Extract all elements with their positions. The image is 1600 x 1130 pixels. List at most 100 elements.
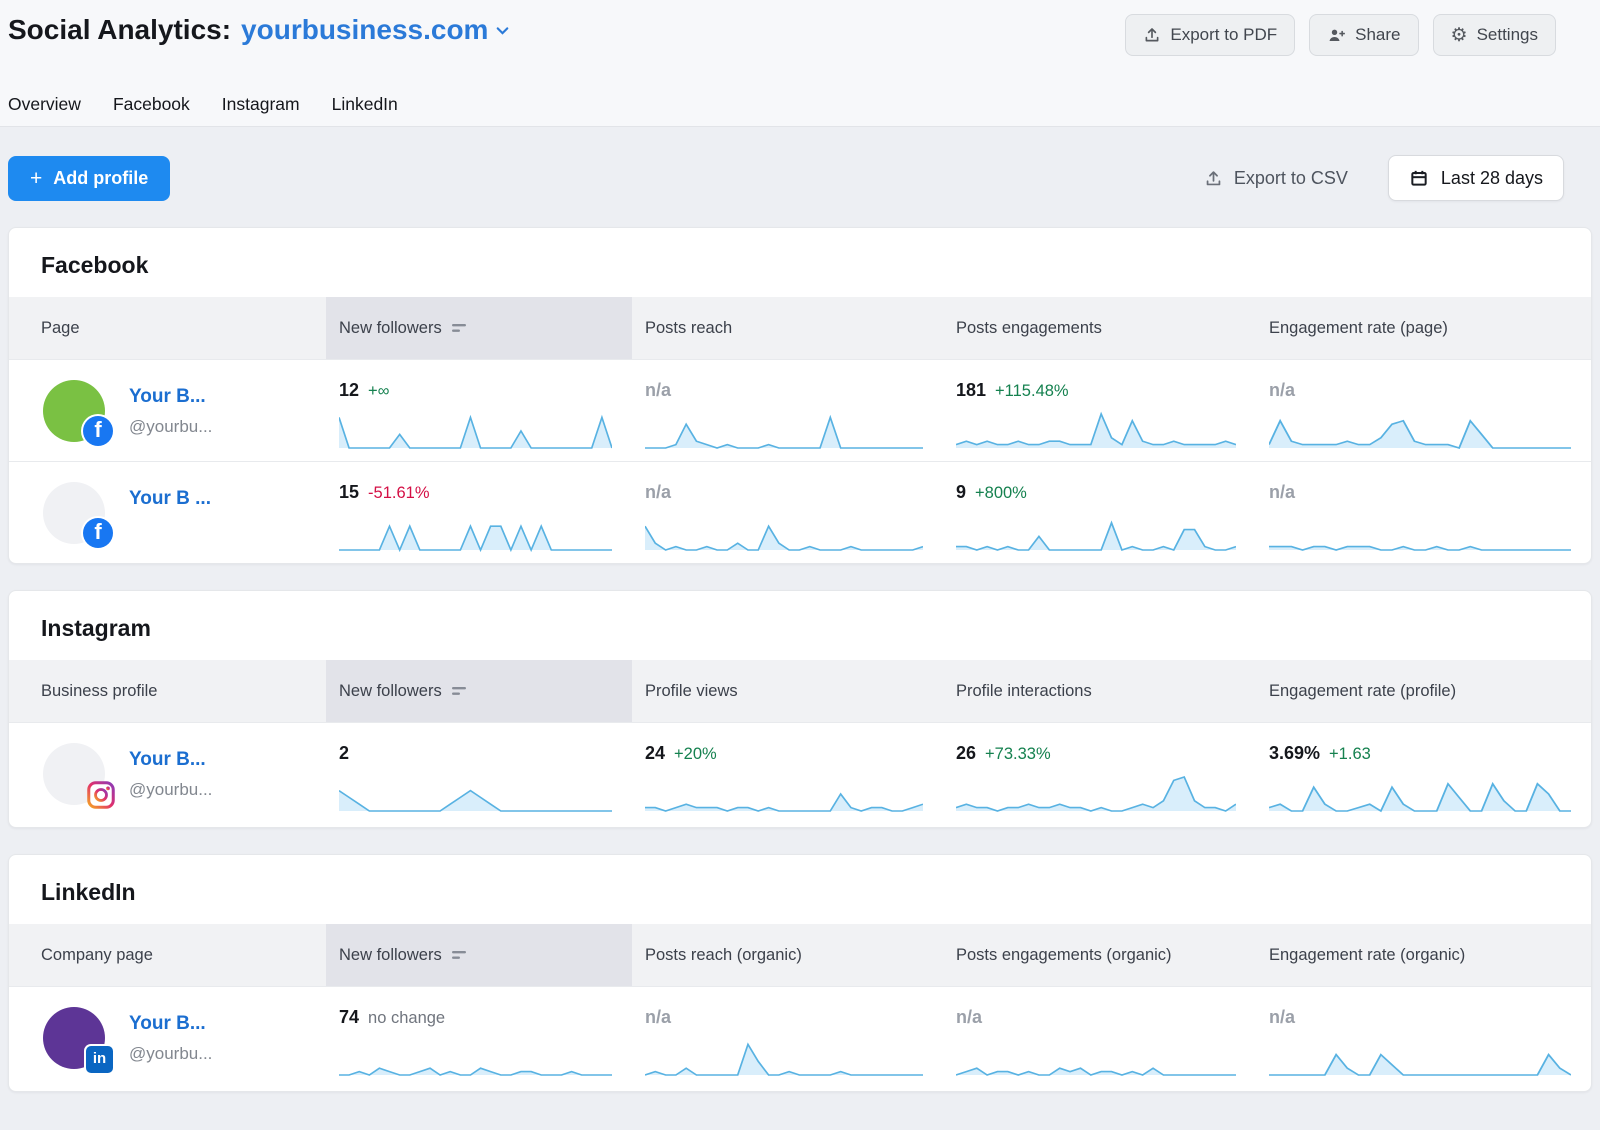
column-header-new-followers[interactable]: New followers	[326, 660, 632, 722]
profile-name-link[interactable]: Your B...	[129, 749, 212, 771]
column-header-page: Page	[9, 297, 326, 359]
sparkline-chart	[1269, 408, 1571, 450]
column-header-profile-interactions[interactable]: Profile interactions	[943, 660, 1256, 722]
metric-cell: n/a	[632, 360, 943, 461]
metric-value: n/a	[645, 1007, 671, 1028]
nav-tabs: Overview Facebook Instagram LinkedIn	[8, 82, 1592, 126]
metric-value: n/a	[645, 380, 671, 401]
column-header-posts-engagements[interactable]: Posts engagements	[943, 297, 1256, 359]
table-row: f Your B... @yourbu... 12 +∞ n/a 181	[9, 359, 1591, 461]
export-csv-button[interactable]: Export to CSV	[1204, 168, 1348, 189]
chevron-down-icon	[494, 22, 511, 39]
facebook-icon: f	[83, 518, 113, 548]
date-range-label: Last 28 days	[1441, 168, 1543, 189]
sparkline-chart	[956, 771, 1236, 813]
project-name: yourbusiness.com	[241, 14, 488, 46]
metric-cell: 181 +115.48%	[943, 360, 1256, 461]
tab-linkedin[interactable]: LinkedIn	[332, 94, 398, 115]
settings-button[interactable]: ⚙ Settings	[1433, 14, 1556, 56]
column-header-new-followers[interactable]: New followers	[326, 924, 632, 986]
metric-value: 12	[339, 380, 359, 401]
sparkline-chart	[645, 1035, 923, 1077]
metric-value: 9	[956, 482, 966, 503]
avatar: f	[43, 380, 105, 442]
profile-handle: @yourbu...	[129, 1044, 212, 1064]
metric-value: 24	[645, 743, 665, 764]
linkedin-section: LinkedIn Company page New followers Post…	[8, 854, 1592, 1092]
metric-delta: +∞	[368, 382, 389, 401]
profile-name-link[interactable]: Your B ...	[129, 488, 211, 510]
instagram-section: Instagram Business profile New followers…	[8, 590, 1592, 828]
metric-value: 26	[956, 743, 976, 764]
tab-instagram[interactable]: Instagram	[222, 94, 300, 115]
metric-delta: no change	[368, 1009, 445, 1028]
column-header-company-page: Company page	[9, 924, 326, 986]
profile-handle: @yourbu...	[129, 417, 212, 437]
page-title-label: Social Analytics:	[8, 14, 231, 46]
metric-value: n/a	[956, 1007, 982, 1028]
metric-cell: n/a	[1256, 987, 1591, 1091]
metric-value: 74	[339, 1007, 359, 1028]
facebook-section: Facebook Page New followers Posts reach …	[8, 227, 1592, 564]
add-profile-label: Add profile	[53, 168, 148, 189]
metric-cell: n/a	[632, 987, 943, 1091]
profile-handle: @yourbu...	[129, 780, 212, 800]
tab-overview[interactable]: Overview	[8, 94, 81, 115]
avatar	[43, 743, 105, 805]
share-label: Share	[1355, 25, 1400, 45]
profile-name-link[interactable]: Your B...	[129, 1013, 212, 1035]
metric-value: n/a	[1269, 380, 1295, 401]
metric-delta: +1.63	[1329, 745, 1371, 764]
column-header-business-profile: Business profile	[9, 660, 326, 722]
sort-descending-icon	[451, 950, 468, 961]
sparkline-chart	[339, 771, 612, 813]
column-header-engagement-rate-organic[interactable]: Engagement rate (organic)	[1256, 924, 1591, 986]
tab-facebook[interactable]: Facebook	[113, 94, 190, 115]
metric-cell: 74 no change	[326, 987, 632, 1091]
column-header-engagement-rate[interactable]: Engagement rate (page)	[1256, 297, 1591, 359]
metric-value: 15	[339, 482, 359, 503]
column-header-label: New followers	[339, 682, 442, 701]
table-row: f Your B ... 15 -51.61% n/a 9 +800	[9, 461, 1591, 563]
metric-value: 3.69%	[1269, 743, 1320, 764]
metric-value: 2	[339, 743, 349, 764]
export-csv-label: Export to CSV	[1234, 168, 1348, 189]
column-header-new-followers[interactable]: New followers	[326, 297, 632, 359]
metric-cell: 2	[326, 723, 632, 827]
linkedin-icon: in	[86, 1046, 113, 1073]
sparkline-chart	[1269, 771, 1571, 813]
sparkline-chart	[339, 1035, 612, 1077]
column-header-posts-reach-organic[interactable]: Posts reach (organic)	[632, 924, 943, 986]
table-row: Your B... @yourbu... 2 24 +20% 26 +73.33…	[9, 722, 1591, 827]
column-header-posts-engagements-organic[interactable]: Posts engagements (organic)	[943, 924, 1256, 986]
metric-delta: +20%	[674, 745, 717, 764]
avatar: in	[43, 1007, 105, 1069]
column-header-label: New followers	[339, 946, 442, 965]
metric-delta: +115.48%	[995, 382, 1069, 401]
sparkline-chart	[645, 771, 923, 813]
person-plus-icon	[1327, 26, 1346, 45]
sparkline-chart	[1269, 510, 1571, 552]
metric-cell: n/a	[1256, 360, 1591, 461]
metric-cell: n/a	[1256, 462, 1591, 563]
sparkline-chart	[339, 408, 612, 450]
section-title: Instagram	[9, 591, 1591, 660]
export-pdf-button[interactable]: Export to PDF	[1125, 14, 1295, 56]
profile-name-link[interactable]: Your B...	[129, 386, 212, 408]
settings-label: Settings	[1477, 25, 1538, 45]
share-button[interactable]: Share	[1309, 14, 1418, 56]
sort-descending-icon	[451, 686, 468, 697]
metric-cell: 9 +800%	[943, 462, 1256, 563]
gear-icon: ⚙	[1451, 26, 1468, 45]
add-profile-button[interactable]: + Add profile	[8, 156, 170, 201]
column-header-posts-reach[interactable]: Posts reach	[632, 297, 943, 359]
instagram-icon	[87, 781, 115, 809]
calendar-icon	[1409, 168, 1429, 188]
project-selector[interactable]: yourbusiness.com	[241, 14, 511, 46]
sparkline-chart	[956, 408, 1236, 450]
export-pdf-label: Export to PDF	[1170, 25, 1277, 45]
table-row: in Your B... @yourbu... 74 no change n/a…	[9, 986, 1591, 1091]
column-header-profile-views[interactable]: Profile views	[632, 660, 943, 722]
date-range-button[interactable]: Last 28 days	[1388, 155, 1564, 201]
column-header-engagement-rate[interactable]: Engagement rate (profile)	[1256, 660, 1591, 722]
